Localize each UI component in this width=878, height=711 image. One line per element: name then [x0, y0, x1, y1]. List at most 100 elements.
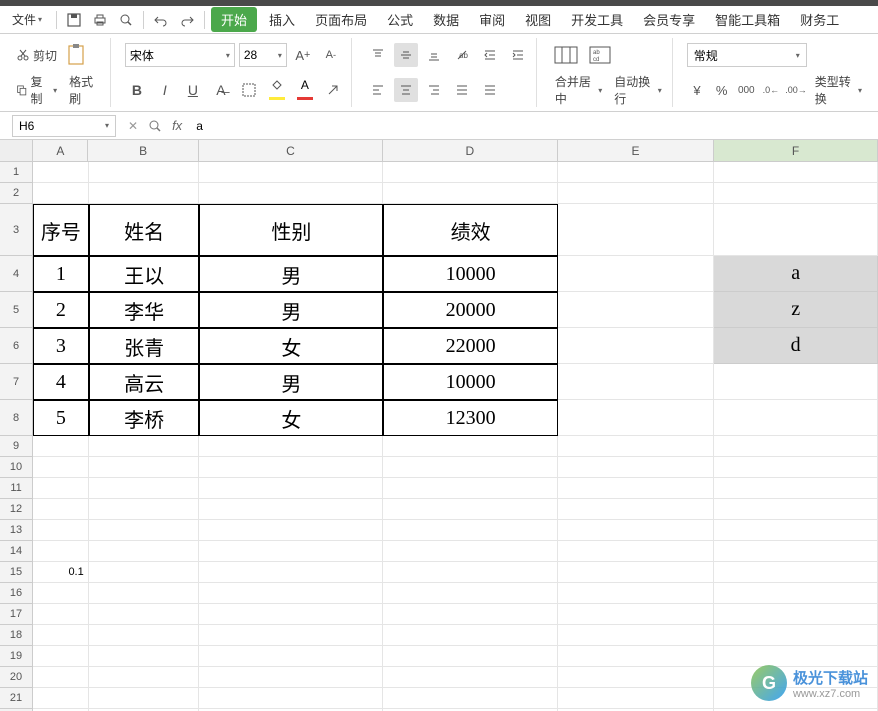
- table-header[interactable]: 姓名: [89, 204, 200, 256]
- cell[interactable]: [558, 256, 714, 292]
- row-header[interactable]: 10: [0, 457, 33, 478]
- cell[interactable]: [558, 688, 714, 709]
- cell[interactable]: [33, 183, 89, 204]
- cell[interactable]: [89, 520, 200, 541]
- cell[interactable]: [33, 625, 89, 646]
- table-header[interactable]: 序号: [33, 204, 89, 256]
- row-header[interactable]: 1: [0, 162, 33, 183]
- fill-color-button[interactable]: [265, 78, 289, 102]
- row-header[interactable]: 15: [0, 562, 33, 583]
- row-header[interactable]: 5: [0, 292, 33, 328]
- table-cell[interactable]: 女: [199, 328, 383, 364]
- cell[interactable]: [714, 520, 878, 541]
- wrap-icon[interactable]: abcd: [585, 43, 615, 67]
- col-header-a[interactable]: A: [33, 140, 88, 161]
- cell[interactable]: [714, 436, 878, 457]
- cell[interactable]: [714, 457, 878, 478]
- cell[interactable]: [33, 520, 89, 541]
- cell[interactable]: [714, 204, 878, 256]
- cell[interactable]: [558, 400, 714, 436]
- cell[interactable]: [383, 667, 558, 688]
- cell[interactable]: [714, 162, 878, 183]
- row-header[interactable]: 8: [0, 400, 33, 436]
- col-header-f[interactable]: F: [714, 140, 878, 161]
- table-cell[interactable]: 女: [199, 400, 383, 436]
- format-painter-button[interactable]: 格式刷: [65, 71, 104, 109]
- tab-view[interactable]: 视图: [517, 6, 559, 33]
- cell[interactable]: [199, 562, 383, 583]
- cell[interactable]: [714, 183, 878, 204]
- file-menu[interactable]: 文件 ▾: [4, 7, 50, 32]
- fx-icon[interactable]: fx: [172, 118, 182, 133]
- merge-icon[interactable]: [551, 43, 581, 67]
- increase-font-icon[interactable]: A+: [291, 43, 315, 67]
- table-cell[interactable]: 李华: [89, 292, 200, 328]
- table-cell[interactable]: 张青: [89, 328, 200, 364]
- align-middle-icon[interactable]: [394, 43, 418, 67]
- wrap-text-button[interactable]: 自动换行▾: [610, 71, 665, 109]
- search-icon[interactable]: [148, 119, 162, 133]
- redo-icon[interactable]: [176, 9, 198, 31]
- row-header[interactable]: 19: [0, 646, 33, 667]
- table-header[interactable]: 绩效: [383, 204, 558, 256]
- cell[interactable]: [199, 457, 383, 478]
- cell[interactable]: [558, 562, 714, 583]
- align-center-icon[interactable]: [394, 78, 418, 102]
- save-icon[interactable]: [63, 9, 85, 31]
- cell[interactable]: [89, 562, 200, 583]
- cell[interactable]: [383, 646, 558, 667]
- tab-developer[interactable]: 开发工具: [563, 6, 631, 33]
- cell[interactable]: [714, 541, 878, 562]
- cell[interactable]: [383, 541, 558, 562]
- decrease-decimal-icon[interactable]: .0←: [761, 78, 782, 102]
- cell[interactable]: [89, 583, 200, 604]
- cell[interactable]: [89, 604, 200, 625]
- cell[interactable]: [33, 583, 89, 604]
- cell[interactable]: [714, 604, 878, 625]
- row-header[interactable]: 12: [0, 499, 33, 520]
- row-header[interactable]: 3: [0, 204, 33, 256]
- table-cell[interactable]: 高云: [89, 364, 200, 400]
- cell[interactable]: [89, 541, 200, 562]
- cell[interactable]: [199, 436, 383, 457]
- distribute-icon[interactable]: [478, 78, 502, 102]
- tab-finance[interactable]: 财务工: [792, 6, 847, 33]
- cell[interactable]: [558, 541, 714, 562]
- table-cell[interactable]: 男: [199, 256, 383, 292]
- table-cell[interactable]: 男: [199, 292, 383, 328]
- cell[interactable]: [558, 204, 714, 256]
- cell[interactable]: [383, 478, 558, 499]
- select-all-corner[interactable]: [0, 140, 33, 161]
- font-color-button[interactable]: A: [293, 78, 317, 102]
- cell[interactable]: [714, 499, 878, 520]
- cell[interactable]: [558, 436, 714, 457]
- spreadsheet-grid[interactable]: 123序号姓名性别绩效41王以男10000a52李华男20000z63张青女22…: [0, 162, 878, 711]
- cell[interactable]: [89, 688, 200, 709]
- row-header[interactable]: 11: [0, 478, 33, 499]
- side-value-cell[interactable]: d: [714, 328, 878, 364]
- cell[interactable]: [89, 183, 200, 204]
- tab-member[interactable]: 会员专享: [635, 6, 703, 33]
- row-header[interactable]: 2: [0, 183, 33, 204]
- cell[interactable]: [714, 478, 878, 499]
- table-cell[interactable]: 李桥: [89, 400, 200, 436]
- cell[interactable]: [199, 520, 383, 541]
- cell[interactable]: [199, 583, 383, 604]
- cell[interactable]: [199, 688, 383, 709]
- cell[interactable]: [199, 499, 383, 520]
- table-cell[interactable]: 22000: [383, 328, 558, 364]
- align-right-icon[interactable]: [422, 78, 446, 102]
- side-value-cell[interactable]: a: [714, 256, 878, 292]
- cell[interactable]: [558, 457, 714, 478]
- cell[interactable]: [383, 162, 558, 183]
- strikethrough-icon[interactable]: A̶: [209, 78, 233, 102]
- cell[interactable]: [383, 436, 558, 457]
- tab-review[interactable]: 审阅: [471, 6, 513, 33]
- cell[interactable]: [383, 499, 558, 520]
- row-header[interactable]: 16: [0, 583, 33, 604]
- col-header-b[interactable]: B: [88, 140, 198, 161]
- row-header[interactable]: 4: [0, 256, 33, 292]
- cut-button[interactable]: 剪切: [12, 45, 61, 66]
- cell[interactable]: [558, 478, 714, 499]
- cell[interactable]: [199, 478, 383, 499]
